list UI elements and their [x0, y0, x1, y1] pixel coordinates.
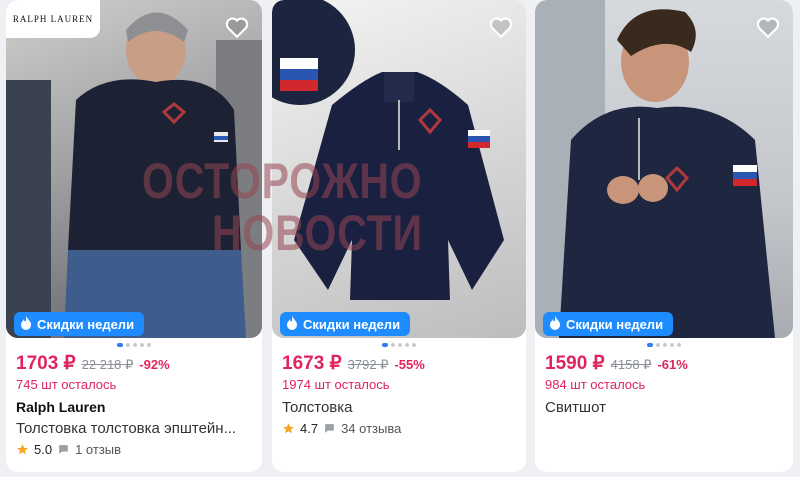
image-pager[interactable]: [647, 343, 681, 347]
badge-label: Скидки недели: [303, 316, 401, 332]
image-pager[interactable]: [382, 343, 416, 347]
heart-icon[interactable]: [488, 14, 514, 40]
comment-icon: [59, 445, 68, 454]
brand-name[interactable]: Ralph Lauren: [16, 399, 105, 415]
price: 1673 ₽: [282, 353, 342, 374]
stock-left: 1974 шт осталось: [282, 377, 390, 392]
discount-week-badge: Скидки недели: [543, 312, 674, 336]
price-row: 1673 ₽ 3792 ₽ -55%: [282, 352, 425, 375]
product-image-1[interactable]: RALPH LAUREN Скидки недели: [6, 0, 262, 338]
discount: -55%: [394, 357, 425, 372]
heart-icon[interactable]: [224, 14, 250, 40]
star-icon: [17, 444, 28, 455]
price: 1590 ₽: [545, 353, 605, 374]
comment-icon: [325, 424, 334, 433]
product-photo-1: [6, 12, 262, 338]
brand-logo: RALPH LAUREN: [6, 0, 100, 38]
discount: -61%: [657, 357, 688, 372]
image-pager[interactable]: [117, 343, 151, 347]
old-price: 22 218 ₽: [81, 357, 134, 372]
rating-value: 4.7: [300, 421, 319, 436]
review-count: 34 отзыва: [341, 421, 402, 436]
rating-row[interactable]: 4.7 34 отзыва: [282, 421, 401, 436]
product-card-3[interactable]: Скидки недели 1590 ₽ 4158 ₽ -61% 984 шт …: [535, 0, 793, 472]
discount-week-badge: Скидки недели: [14, 312, 145, 336]
discount: -92%: [139, 357, 170, 372]
price-row: 1590 ₽ 4158 ₽ -61%: [545, 352, 688, 375]
product-title[interactable]: Толстовка: [282, 399, 353, 416]
old-price: 4158 ₽: [610, 357, 652, 372]
product-card-1[interactable]: RALPH LAUREN Скидки недели 1703 ₽ 22 218…: [6, 0, 262, 472]
flame-icon: [549, 315, 561, 333]
product-card-2[interactable]: Скидки недели 1673 ₽ 3792 ₽ -55% 1974 шт…: [272, 0, 526, 472]
product-photo-2: [272, 0, 504, 300]
badge-label: Скидки недели: [37, 316, 135, 332]
product-photo-3: [535, 0, 775, 338]
flame-icon: [286, 315, 298, 333]
stock-left: 984 шт осталось: [545, 377, 646, 392]
product-title[interactable]: Свитшот: [545, 399, 606, 416]
rating-row[interactable]: 5.0 1 отзыв: [16, 442, 121, 457]
price-row: 1703 ₽ 22 218 ₽ -92%: [16, 352, 170, 375]
rating-value: 5.0: [34, 442, 53, 457]
discount-week-badge: Скидки недели: [280, 312, 411, 336]
product-image-2[interactable]: Скидки недели: [272, 0, 526, 338]
old-price: 3792 ₽: [347, 357, 389, 372]
review-count: 1 отзыв: [75, 442, 122, 457]
product-title[interactable]: Толстовка толстовка эпштейн...: [16, 420, 248, 437]
stock-left: 745 шт осталось: [16, 377, 117, 392]
product-image-3[interactable]: Скидки недели: [535, 0, 793, 338]
badge-label: Скидки недели: [566, 316, 664, 332]
star-icon: [283, 423, 294, 434]
flame-icon: [20, 315, 32, 333]
heart-icon[interactable]: [755, 14, 781, 40]
price: 1703 ₽: [16, 353, 76, 374]
